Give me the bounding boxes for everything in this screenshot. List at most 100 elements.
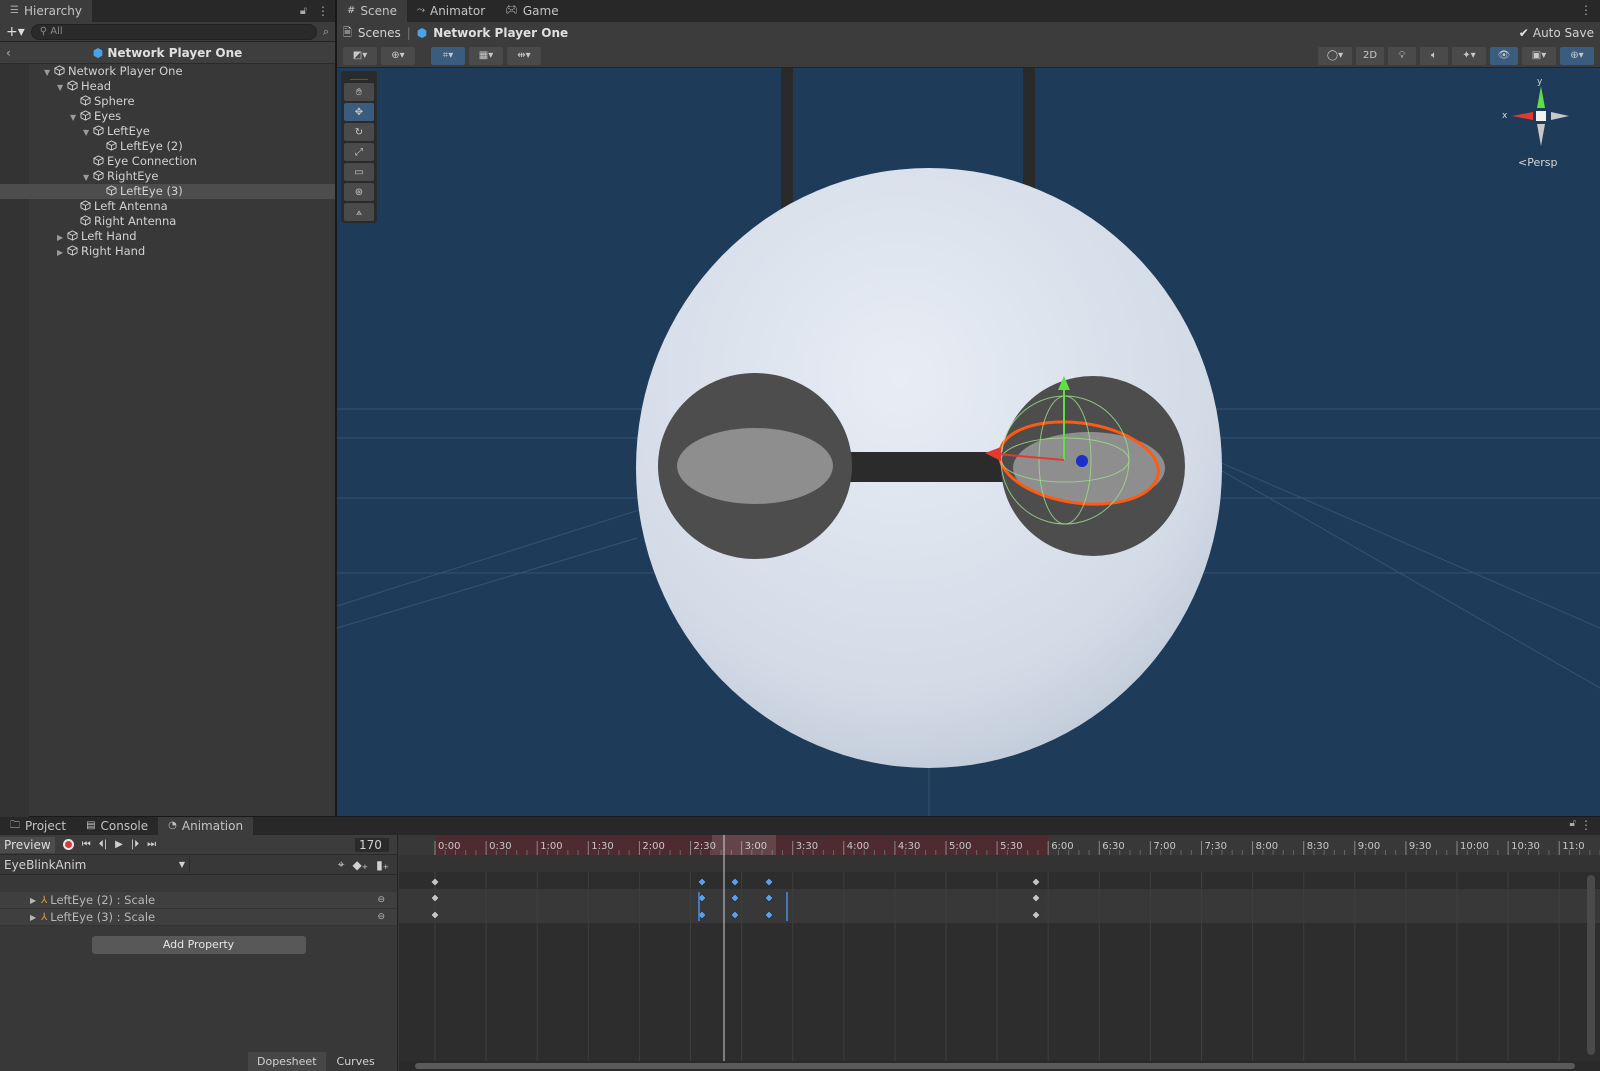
shading-dropdown[interactable]: ◯▾ (1318, 46, 1352, 65)
breadcrumb-current[interactable]: Network Player One (433, 26, 568, 40)
audio-icon[interactable]: 🔈︎ (1420, 46, 1448, 65)
keyframe-diamond[interactable] (730, 877, 740, 887)
property-options-icon[interactable]: ⊖ (377, 892, 385, 909)
lock-icon[interactable]: 🔓︎ (1570, 818, 1576, 829)
preview-toggle[interactable]: Preview (0, 836, 55, 853)
add-dropdown-button[interactable]: +▾ (6, 24, 25, 40)
expand-arrow-icon[interactable]: ▼ (83, 125, 93, 140)
property-row[interactable]: ▶ ⅄ LeftEye (3) : Scale ⊖ (0, 909, 397, 926)
expand-arrow-icon[interactable]: ▶ (57, 230, 67, 245)
search-options-icon[interactable]: ⌕ (323, 25, 329, 39)
property-options-icon[interactable]: ⊖ (377, 909, 385, 926)
lighting-icon[interactable]: 💡︎ (1388, 46, 1416, 65)
tab-project[interactable]: 🗀︎ Project (0, 817, 76, 835)
horizontal-scroll-thumb[interactable] (415, 1063, 1575, 1069)
move-tool-icon[interactable]: ✥ (344, 103, 374, 121)
dopesheet[interactable]: 0:00 0:30 1:00 1:30 2:00 2:30 3:00 3:30 4:00 4:30… (399, 835, 1600, 1071)
dopesheet-canvas[interactable]: 0:00 0:30 1:00 1:30 2:00 2:30 3:00 3:30 4:00 4:30… (399, 835, 1600, 1071)
palette-handle[interactable] (350, 74, 368, 80)
record-icon[interactable] (62, 839, 74, 850)
hierarchy-item[interactable]: Sphere (0, 94, 335, 109)
scale-tool-icon[interactable]: ⤢ (344, 143, 374, 161)
scene-render[interactable]: y x <Persp (337, 68, 1600, 816)
keyframe-diamond[interactable] (697, 877, 707, 887)
frame-field[interactable]: 170 (355, 837, 389, 852)
expand-arrow-icon[interactable]: ▶ (30, 909, 36, 926)
expand-arrow-icon[interactable]: ▼ (83, 170, 93, 185)
left-eye-lens[interactable] (677, 428, 833, 504)
checkbox-icon[interactable]: ✔ (1519, 26, 1529, 40)
keyframe-diamond[interactable] (764, 877, 774, 887)
lock-icon[interactable]: 🔓︎ (296, 4, 311, 22)
tab-curves[interactable]: Curves (326, 1052, 386, 1071)
auto-save-toggle[interactable]: ✔ Auto Save (1519, 26, 1594, 40)
toggle-2d-button[interactable]: 2D (1356, 46, 1384, 65)
tab-hierarchy[interactable]: ☰ Hierarchy (0, 0, 92, 22)
snap-grid-dropdown[interactable]: ⌗▾ (431, 46, 465, 65)
expand-arrow-icon[interactable]: ▶ (30, 892, 36, 909)
kebab-menu-icon[interactable]: ⋮ (1580, 818, 1592, 832)
tab-game[interactable]: 🎮︎ Game (495, 0, 568, 22)
tab-animator[interactable]: ⤳ Animator (407, 0, 495, 22)
play-icon[interactable]: ▶ (115, 839, 123, 850)
hierarchy-item[interactable]: Eye Connection (0, 154, 335, 169)
hierarchy-item[interactable]: ▼ Network Player One (0, 64, 335, 79)
hierarchy-item[interactable]: Left Antenna (0, 199, 335, 214)
property-label: LeftEye (3) : Scale (50, 909, 156, 924)
add-keyframe-icon[interactable]: ◆₊ (353, 858, 369, 872)
persp-label[interactable]: <Persp (1518, 156, 1557, 169)
tab-dopesheet[interactable]: Dopesheet (248, 1052, 326, 1071)
vertical-scrollbar[interactable] (1587, 875, 1595, 1055)
hierarchy-search-input[interactable]: ⚲ All (30, 23, 317, 40)
property-row[interactable]: ▶ ⅄ LeftEye (2) : Scale ⊖ (0, 892, 397, 909)
hierarchy-item[interactable]: ▼ RightEye (0, 169, 335, 184)
prev-keyframe-icon[interactable]: ⏴| (99, 839, 107, 850)
next-keyframe-icon[interactable]: |⏵ (131, 839, 139, 850)
scene-viewport[interactable]: y x <Persp ✋︎ ✥ ↻ ⤢ ▭ ⊛ ⟑ (337, 68, 1600, 816)
clip-dropdown[interactable]: EyeBlinkAnim ▼ (0, 856, 190, 873)
expand-arrow-icon[interactable]: ▶ (57, 245, 67, 260)
back-chevron-icon[interactable]: ‹ (6, 42, 11, 64)
hierarchy-item[interactable]: ▼ LeftEye (0, 124, 335, 139)
last-keyframe-icon[interactable]: ⏭ (147, 839, 156, 850)
scene-header[interactable]: ‹ ⬢ Network Player One (0, 42, 335, 64)
draw-mode-dropdown[interactable]: ◩▾ (343, 46, 377, 65)
effects-dropdown[interactable]: ✦▾ (1452, 46, 1486, 65)
keyframe-diamond[interactable] (1031, 877, 1041, 887)
transform-tool-icon[interactable]: ⊛ (344, 183, 374, 201)
hierarchy-item[interactable]: ▶ Right Hand (0, 244, 335, 259)
hierarchy-item[interactable]: ▶ Left Hand (0, 229, 335, 244)
tab-console[interactable]: ▤ Console (76, 817, 158, 835)
increment-snap-dropdown[interactable]: ⇹▾ (507, 46, 541, 65)
hierarchy-item[interactable]: Right Antenna (0, 214, 335, 229)
hidden-objects-icon[interactable]: 👁︎ (1490, 46, 1518, 65)
gizmos-dropdown[interactable]: ⊕▾ (1560, 46, 1594, 65)
orientation-gizmo[interactable] (1512, 86, 1569, 146)
keyframe-diamond[interactable] (430, 877, 440, 887)
rotate-tool-icon[interactable]: ↻ (344, 123, 374, 141)
snap-keyframe-icon[interactable]: ⌖ (338, 857, 345, 872)
hierarchy-item[interactable]: LeftEye (2) (0, 139, 335, 154)
first-keyframe-icon[interactable]: ⏮ (82, 839, 91, 850)
rect-tool-icon[interactable]: ▭ (344, 163, 374, 181)
custom-tool-icon[interactable]: ⟑ (344, 203, 374, 221)
animation-controls: Preview ⏮ ⏴| ▶ |⏵ ⏭ 170 EyeBlinkAnim ▼ ⌖ … (0, 835, 398, 1071)
eye-connection[interactable] (837, 452, 1012, 482)
expand-arrow-icon[interactable]: ▼ (44, 65, 54, 80)
hand-tool-icon[interactable]: ✋︎ (344, 83, 374, 101)
tab-animation[interactable]: ◔ Animation (158, 817, 254, 835)
hierarchy-item[interactable]: ▼ Eyes (0, 109, 335, 124)
camera-dropdown[interactable]: ▣▾ (1522, 46, 1556, 65)
kebab-menu-icon[interactable]: ⋮ (311, 4, 335, 22)
hierarchy-item[interactable]: LeftEye (3) (0, 184, 335, 199)
expand-arrow-icon[interactable]: ▼ (70, 110, 80, 125)
kebab-menu-icon[interactable]: ⋮ (1580, 3, 1592, 17)
add-event-icon[interactable]: ▮₊ (376, 858, 389, 872)
global-dropdown[interactable]: ⊕▾ (381, 46, 415, 65)
grid-snap-dropdown[interactable]: ▦▾ (469, 46, 503, 65)
hierarchy-item[interactable]: ▼ Head (0, 79, 335, 94)
add-property-button[interactable]: Add Property (91, 936, 306, 954)
expand-arrow-icon[interactable]: ▼ (57, 80, 67, 95)
tab-scene[interactable]: # Scene (337, 0, 407, 22)
breadcrumb-scenes[interactable]: Scenes (358, 26, 401, 40)
